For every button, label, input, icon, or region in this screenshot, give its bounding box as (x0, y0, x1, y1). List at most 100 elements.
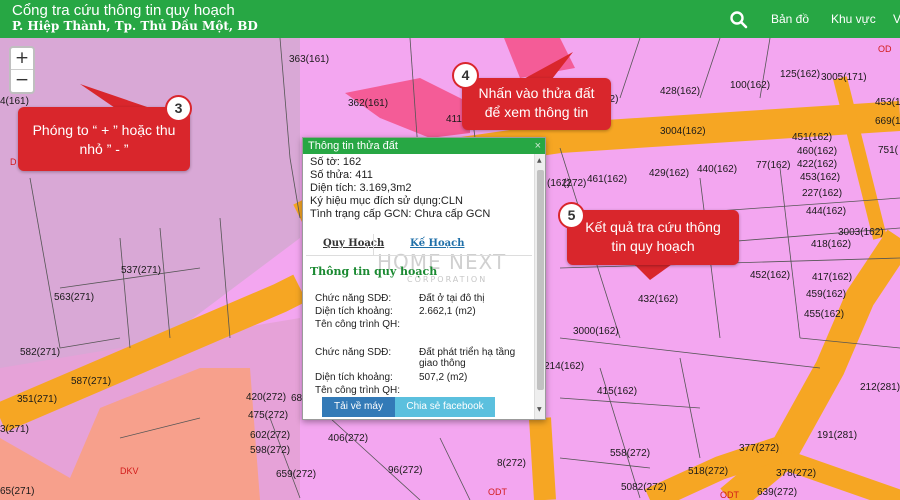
field-label: Tên công trình QH: (315, 319, 401, 330)
parcel-label: 378(272) (776, 468, 817, 479)
parcel-label: 460(162) (797, 146, 838, 157)
parcel-label: 428(162) (660, 86, 701, 97)
close-icon[interactable]: × (535, 138, 541, 154)
zone-label: ODT (720, 490, 739, 500)
field-value: Đất ở tại đô thị (419, 293, 485, 304)
zone-label: ODT (488, 487, 507, 497)
parcel-label: 444(162) (806, 206, 847, 217)
field-label: Chức năng SDĐ: (315, 347, 392, 358)
parcel-label: 751( (878, 145, 899, 156)
parcel-label: 452(162) (750, 270, 791, 281)
parcel-number: Số thửa: 411 (310, 169, 373, 181)
callout-5: Kết quả tra cứu thông tin quy hoạch (567, 210, 739, 265)
parcel-label: 100(162) (730, 80, 771, 91)
parcel-label: 429(162) (649, 168, 690, 179)
parcel-label: 420(272) (246, 392, 287, 403)
field-label: Diện tích khoảng: (315, 372, 393, 383)
popup-scrollbar[interactable]: ▲ ▼ (534, 154, 545, 419)
callout-5-tail (632, 262, 675, 280)
parcel-label: 415(162) (597, 386, 638, 397)
callout-3-text: Phóng to “ + ” hoặc thu nhỏ ” - ” (32, 122, 176, 157)
parcel-label: 602(272) (250, 430, 291, 441)
tab-divider (373, 234, 374, 255)
field-label: Chức năng SDĐ: (315, 293, 392, 304)
download-button[interactable]: Tải về máy (322, 397, 395, 417)
parcel-label: 4(161) (0, 96, 29, 107)
parcel-label: 537(271) (121, 265, 162, 276)
callout-3: Phóng to “ + ” hoặc thu nhỏ ” - ” (18, 107, 190, 171)
parcel-label: 459(162) (806, 289, 847, 300)
parcel-label: 453(162) (800, 172, 841, 183)
callout-4-text: Nhấn vào thửa đất để xem thông tin (478, 85, 595, 120)
zoom-in-button[interactable]: + (11, 48, 33, 70)
tab-quy-hoach[interactable]: Quy Hoạch (323, 238, 384, 250)
sheet-number: Số tờ: 162 (310, 156, 362, 168)
parcel-label: 77(162) (756, 160, 791, 171)
parcel-label: 3000(162) (573, 326, 619, 337)
scroll-down-icon[interactable]: ▼ (537, 406, 542, 413)
parcel-label: 417(162) (812, 272, 853, 283)
land-use-code: Ký hiệu mục đích sử dụng:CLN (310, 195, 463, 207)
callout-4: Nhấn vào thửa đất để xem thông tin (462, 78, 611, 130)
section-title: Thông tin quy hoạch (310, 265, 438, 278)
tab-underline (306, 255, 532, 256)
parcel-label: 432(162) (638, 294, 679, 305)
parcel-label: 5082(272) (621, 482, 667, 493)
zone-label: DKV (120, 466, 139, 476)
parcel-label: 418(162) (811, 239, 852, 250)
zone-label: OD (878, 44, 892, 54)
share-facebook-button[interactable]: Chia sẻ facebook (395, 397, 495, 417)
parcel-label: (272) (563, 178, 587, 189)
parcel-label: 411 (446, 114, 462, 125)
parcel-info-popup: Thông tin thửa đất × Số tờ: 162 Số thửa:… (302, 137, 546, 420)
nav-ban-do[interactable]: Bản đồ (771, 12, 809, 26)
parcel-label: 558(272) (610, 448, 651, 459)
parcel-label: 451(162) (792, 132, 833, 143)
nav-more[interactable]: V (893, 12, 900, 26)
search-icon[interactable] (729, 10, 749, 30)
field-label: Tên công trình QH: (315, 385, 401, 396)
zone-label: D (10, 157, 17, 167)
parcel-label: 362(161) (348, 98, 389, 109)
callout-5-text: Kết quả tra cứu thông tin quy hoạch (585, 219, 721, 254)
parcel-label: 453(1 (875, 97, 900, 108)
parcel-label: 191(281) (817, 430, 858, 441)
callout-3-badge: 3 (165, 95, 192, 122)
parcel-label: 96(272) (388, 465, 423, 476)
parcel-label: 669(1 (875, 116, 900, 127)
parcel-label: 422(162) (797, 159, 838, 170)
parcel-label: 377(272) (739, 443, 780, 454)
parcel-label: 440(162) (697, 164, 738, 175)
parcel-label: 351(271) (17, 394, 58, 405)
parcel-label: 518(272) (688, 466, 729, 477)
app-title: Cổng tra cứu thông tin quy hoạch (12, 2, 235, 19)
parcel-label: 475(272) (248, 410, 289, 421)
parcel-label: 659(272) (276, 469, 317, 480)
popup-header: Thông tin thửa đất × (303, 138, 545, 154)
field-label: Diện tích khoảng: (315, 306, 393, 317)
scroll-up-icon[interactable]: ▲ (537, 157, 542, 164)
zoom-out-button[interactable]: − (11, 70, 33, 92)
parcel-label: 8(272) (497, 458, 526, 469)
callout-4-badge: 4 (452, 62, 479, 89)
parcel-label: 3005(171) (821, 72, 867, 83)
field-value: Đất phát triển hạ tầng giao thông (419, 347, 516, 369)
field-value: 507,2 (m2) (419, 372, 468, 383)
parcel-label: 3(271) (0, 424, 29, 435)
scroll-thumb[interactable] (537, 170, 544, 390)
certificate-status: Tình trạng cấp GCN: Chưa cấp GCN (310, 208, 491, 220)
parcel-label: 455(162) (804, 309, 845, 320)
parcel-label: 68 (291, 393, 303, 404)
parcel-label: 363(161) (289, 54, 330, 65)
top-bar: Cổng tra cứu thông tin quy hoạch P. Hiệp… (0, 0, 900, 38)
field-value: 2.662,1 (m2) (419, 306, 476, 317)
parcel-label: 639(272) (757, 487, 798, 498)
parcel-label: 598(272) (250, 445, 291, 456)
nav-khu-vuc[interactable]: Khu vực (831, 12, 876, 26)
tab-ke-hoach[interactable]: Kế Hoạch (410, 238, 465, 250)
parcel-label: 587(271) (71, 376, 112, 387)
parcel-label: 461(162) (587, 174, 628, 185)
callout-5-badge: 5 (558, 202, 585, 229)
parcel-label: 3003(162) (838, 227, 884, 238)
parcel-label: 212(281) (860, 382, 900, 393)
